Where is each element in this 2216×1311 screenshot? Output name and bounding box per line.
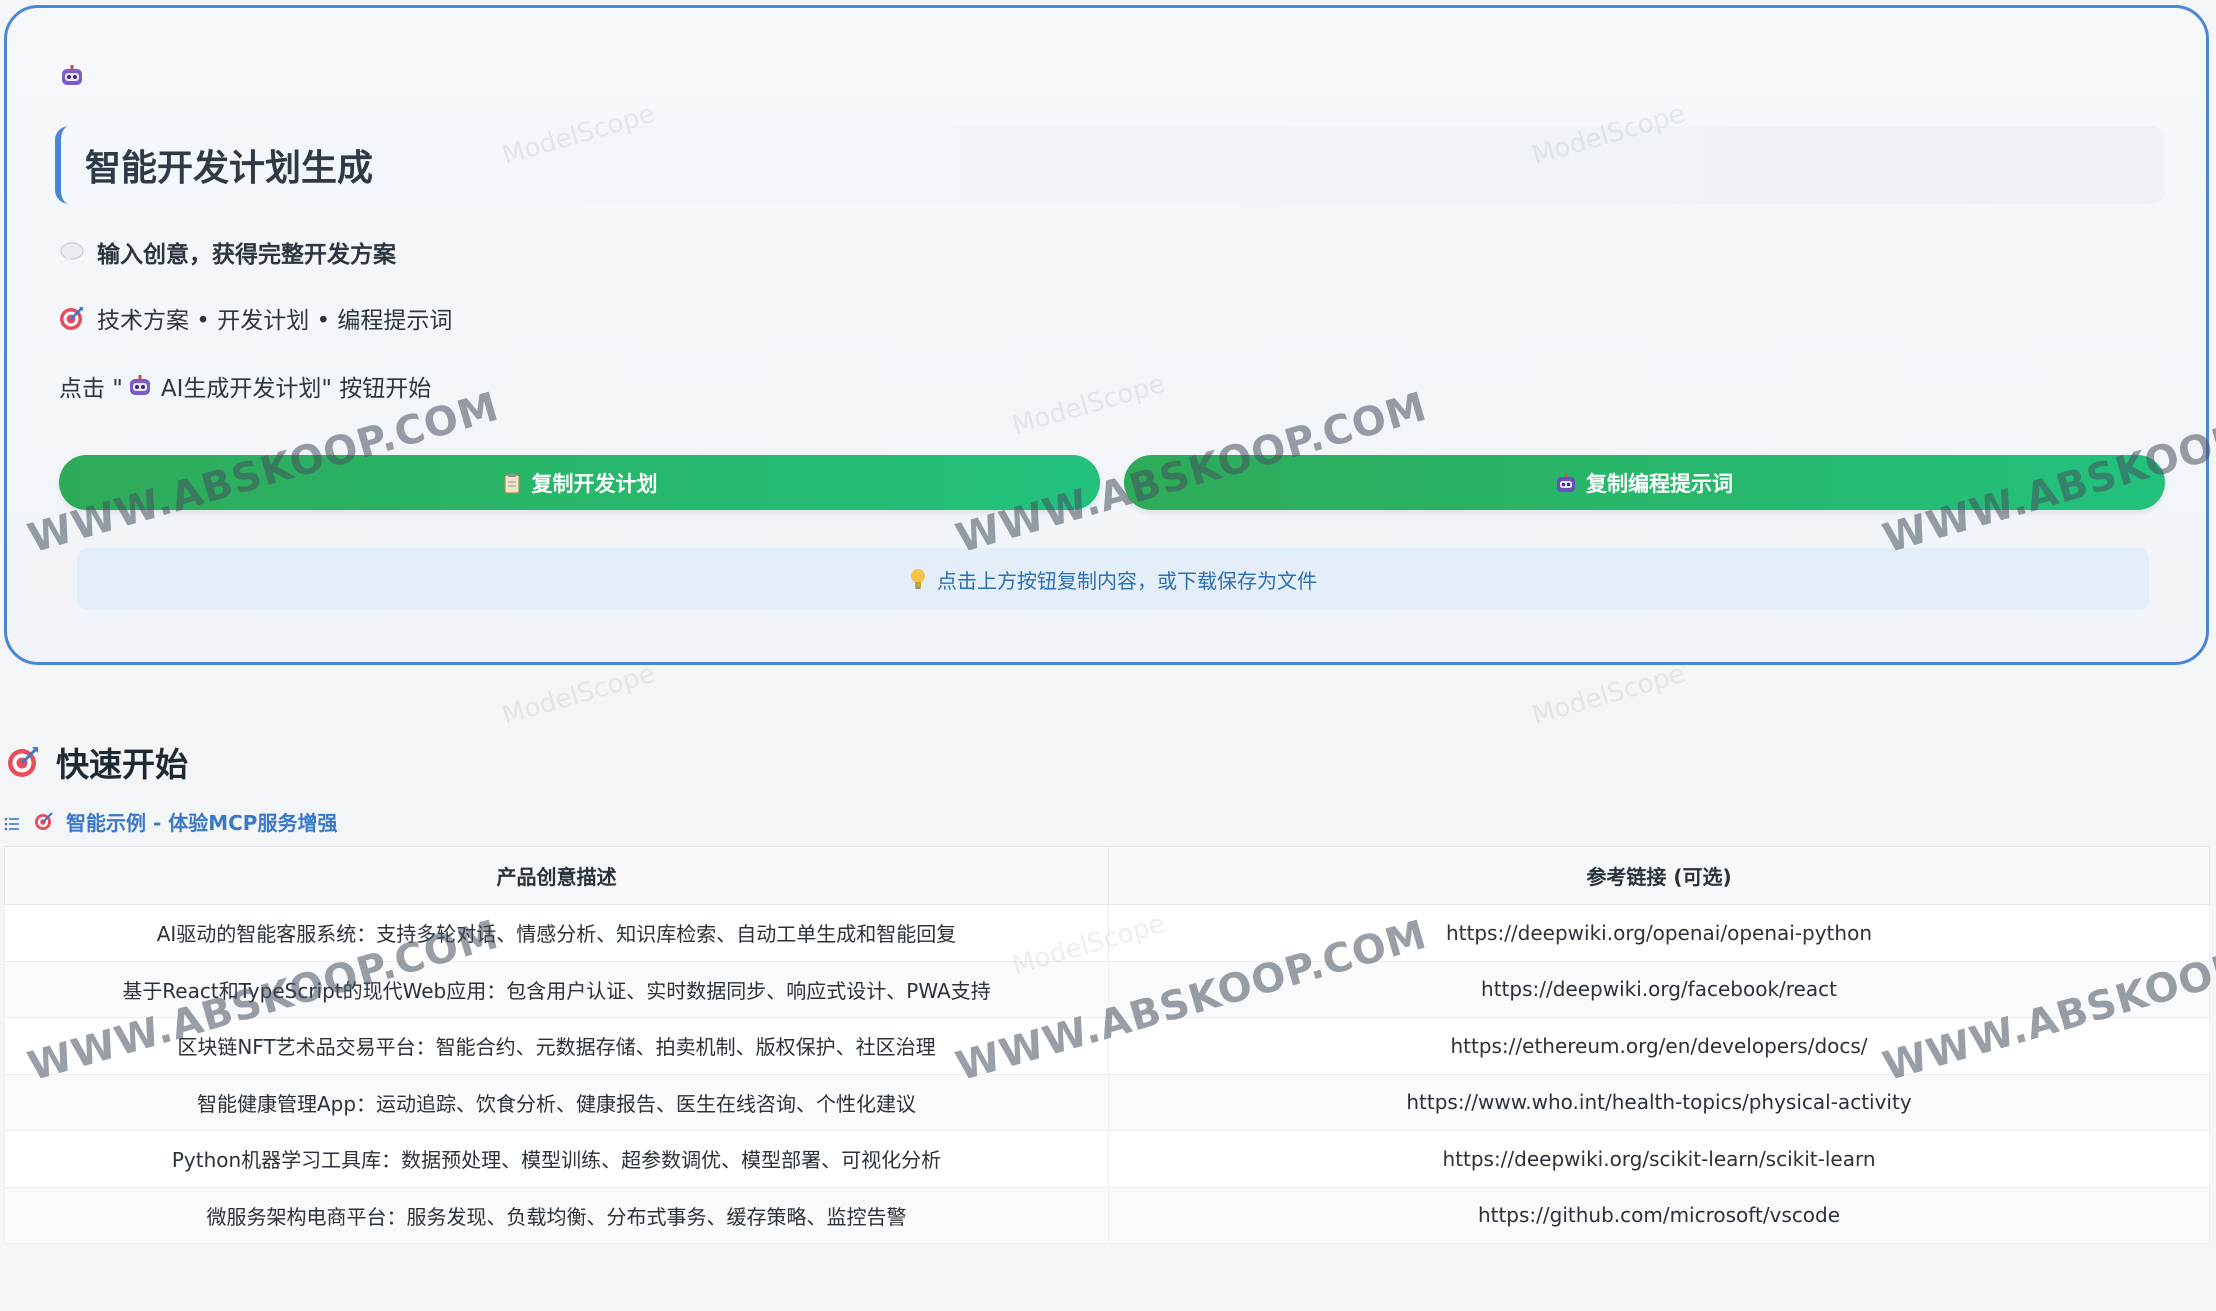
copy-hint: 点击上方按钮复制内容，或下载保存为文件: [77, 548, 2149, 610]
clipboard-icon: [502, 472, 522, 494]
table-row[interactable]: 区块链NFT艺术品交易平台：智能合约、元数据存储、拍卖机制、版权保护、社区治理 …: [4, 1017, 2210, 1075]
start-instruction-prefix: 点击 ": [59, 376, 123, 402]
quickstart-header: 快速开始: [6, 740, 188, 784]
features-text: 技术方案 • 开发计划 • 编程提示词: [97, 308, 453, 334]
copy-hint-text: 点击上方按钮复制内容，或下载保存为文件: [937, 568, 1317, 593]
start-instruction-button-name: AI生成开发计划: [160, 376, 322, 402]
example-link[interactable]: https://deepwiki.org/facebook/react: [1108, 960, 2210, 1018]
examples-table: 产品创意描述 参考链接 (可选) AI驱动的智能客服系统：支持多轮对话、情感分析…: [4, 846, 2210, 1244]
faint-watermark: ModelScope: [1528, 658, 1689, 732]
faint-watermark: ModelScope: [498, 658, 659, 732]
example-link[interactable]: https://github.com/microsoft/vscode: [1108, 1186, 2210, 1244]
page-title: 智能开发计划生成: [85, 148, 374, 189]
example-description[interactable]: 智能健康管理App：运动追踪、饮食分析、健康报告、医生在线咨询、个性化建议: [4, 1073, 1109, 1131]
intro-line: 输入创意，获得完整开发方案: [59, 234, 396, 270]
table-row[interactable]: 基于React和TypeScript的现代Web应用：包含用户认证、实时数据同步…: [4, 960, 2210, 1018]
example-link[interactable]: https://deepwiki.org/openai/openai-pytho…: [1108, 904, 2210, 962]
target-icon: [34, 811, 54, 831]
copy-prompt-label: 复制编程提示词: [1586, 472, 1733, 496]
light-bulb-icon: [909, 567, 927, 591]
copy-prompt-button[interactable]: 复制编程提示词: [1124, 455, 2165, 510]
example-link[interactable]: https://www.who.int/health-topics/physic…: [1108, 1073, 2210, 1131]
app-root: 智能开发计划生成 输入创意，获得完整开发方案 技术方案 • 开发计划 • 编程提…: [0, 0, 2216, 1311]
table-row[interactable]: AI驱动的智能客服系统：支持多轮对话、情感分析、知识库检索、自动工单生成和智能回…: [4, 904, 2210, 962]
example-description[interactable]: 微服务架构电商平台：服务发现、负载均衡、分布式事务、缓存策略、监控告警: [4, 1186, 1109, 1244]
example-description[interactable]: 区块链NFT艺术品交易平台：智能合约、元数据存储、拍卖机制、版权保护、社区治理: [4, 1017, 1109, 1075]
example-link[interactable]: https://ethereum.org/en/developers/docs/: [1108, 1017, 2210, 1075]
example-description[interactable]: Python机器学习工具库：数据预处理、模型训练、超参数调优、模型部署、可视化分…: [4, 1130, 1109, 1188]
list-icon: [4, 813, 20, 831]
examples-toggle[interactable]: 智能示例 - 体验MCP服务增强: [4, 806, 337, 836]
page-title-bar: 智能开发计划生成: [55, 126, 2165, 204]
table-row[interactable]: Python机器学习工具库：数据预处理、模型训练、超参数调优、模型部署、可视化分…: [4, 1130, 2210, 1188]
examples-label: 智能示例 - 体验MCP服务增强: [66, 810, 338, 835]
target-icon: [59, 305, 85, 331]
table-header-row: 产品创意描述 参考链接 (可选): [4, 846, 2210, 905]
target-icon: [6, 745, 40, 779]
robot-icon: [127, 373, 153, 399]
features-line: 技术方案 • 开发计划 • 编程提示词: [59, 300, 452, 336]
start-instruction-suffix: " 按钮开始: [321, 376, 432, 402]
example-description[interactable]: AI驱动的智能客服系统：支持多轮对话、情感分析、知识库检索、自动工单生成和智能回…: [4, 904, 1109, 962]
table-row[interactable]: 微服务架构电商平台：服务发现、负载均衡、分布式事务、缓存策略、监控告警 http…: [4, 1186, 2210, 1244]
robot-icon: [1556, 472, 1576, 494]
intro-text: 输入创意，获得完整开发方案: [97, 242, 396, 268]
column-header-description: 产品创意描述: [4, 846, 1109, 905]
result-panel: 智能开发计划生成 输入创意，获得完整开发方案 技术方案 • 开发计划 • 编程提…: [4, 5, 2209, 665]
start-instruction-line: 点击 " AI生成开发计划 " 按钮开始: [59, 368, 431, 404]
quickstart-title: 快速开始: [56, 745, 188, 784]
example-description[interactable]: 基于React和TypeScript的现代Web应用：包含用户认证、实时数据同步…: [4, 960, 1109, 1018]
robot-icon: [59, 64, 85, 88]
example-link[interactable]: https://deepwiki.org/scikit-learn/scikit…: [1108, 1130, 2210, 1188]
copy-plan-button[interactable]: 复制开发计划: [59, 455, 1100, 510]
table-row[interactable]: 智能健康管理App：运动追踪、饮食分析、健康报告、医生在线咨询、个性化建议 ht…: [4, 1073, 2210, 1131]
column-header-link: 参考链接 (可选): [1108, 846, 2210, 905]
copy-plan-label: 复制开发计划: [531, 472, 658, 496]
speech-bubble-icon: [59, 239, 85, 265]
